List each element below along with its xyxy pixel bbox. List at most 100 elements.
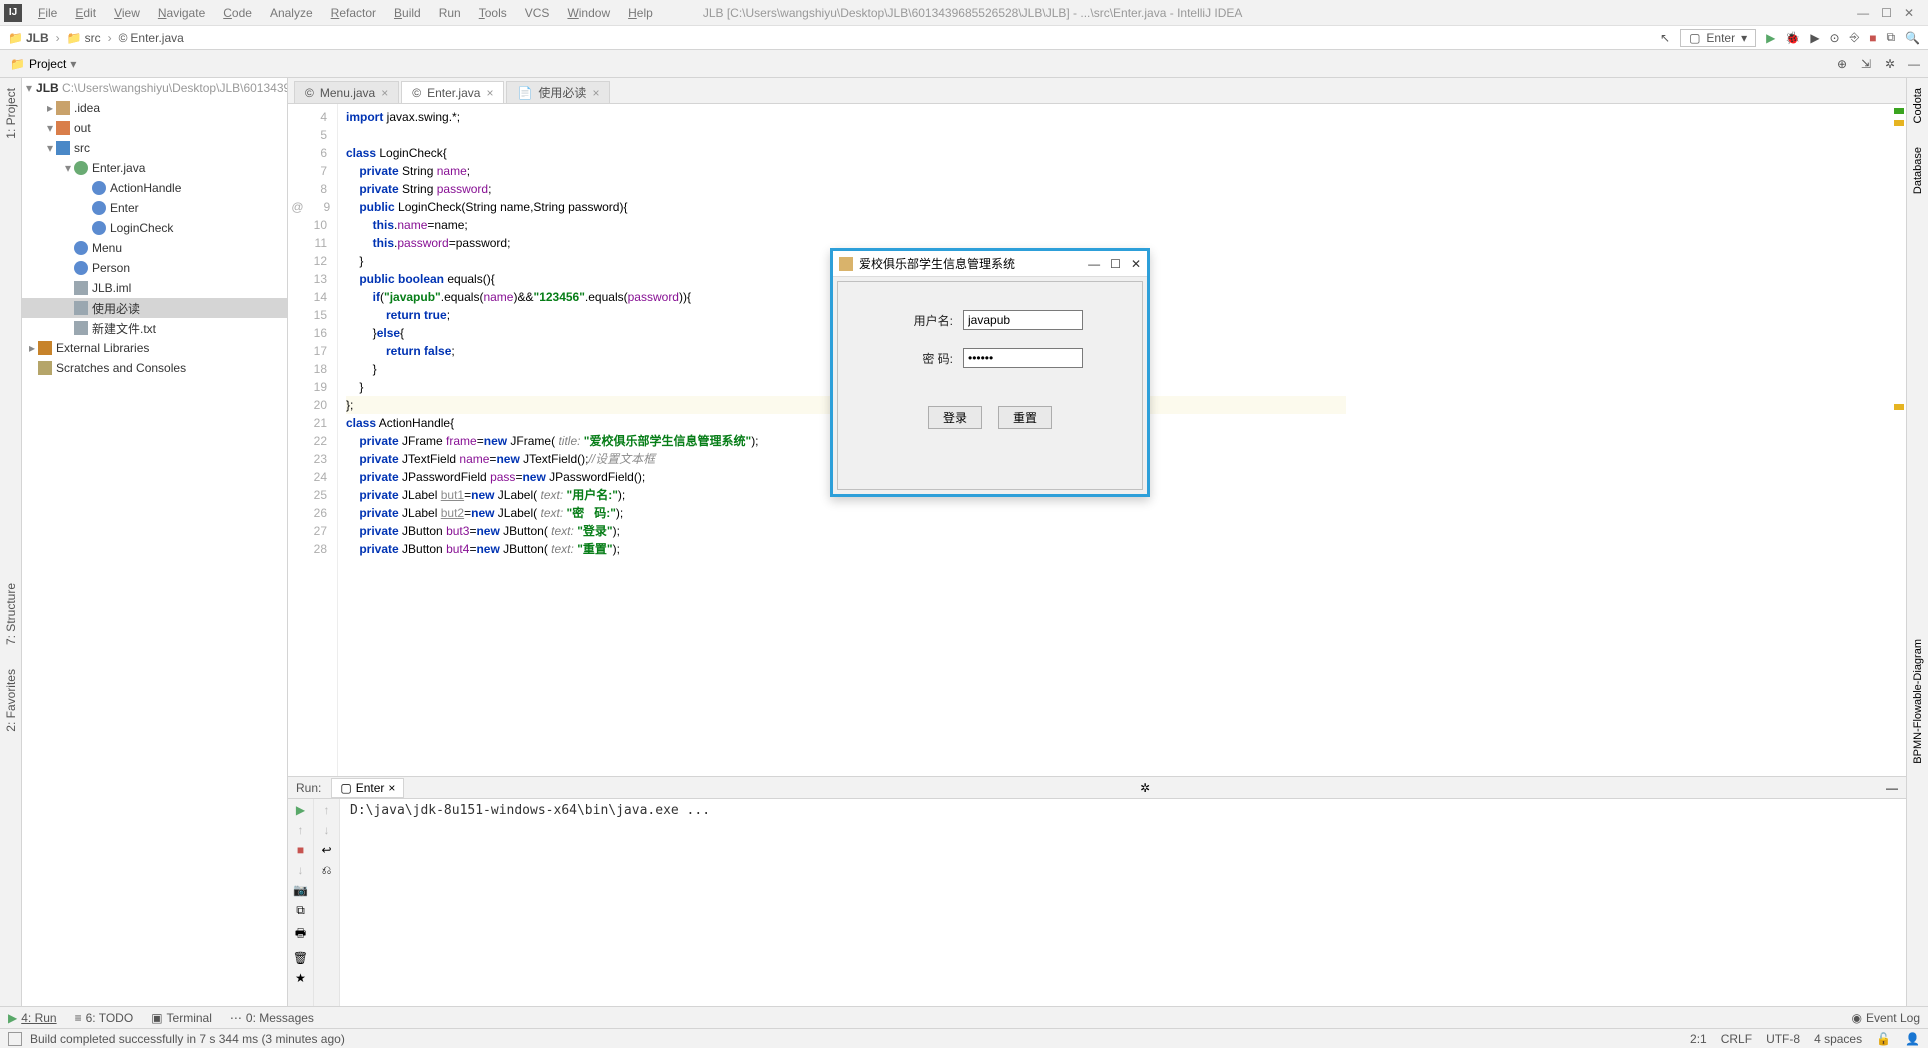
soft-wrap-icon[interactable]: ↩ bbox=[321, 843, 331, 857]
tree-enter[interactable]: Enter bbox=[22, 198, 287, 218]
tool-messages[interactable]: ⋯ 0: Messages bbox=[230, 1011, 314, 1025]
up-icon[interactable]: ↑ bbox=[298, 823, 304, 837]
tree-idea[interactable]: ▸.idea bbox=[22, 98, 287, 118]
expand-icon[interactable]: ⇲ bbox=[1858, 56, 1874, 72]
up-stack-icon[interactable]: ↑ bbox=[324, 803, 330, 817]
marker-bar[interactable] bbox=[1892, 104, 1906, 776]
close-icon[interactable]: × bbox=[381, 86, 388, 100]
target-icon[interactable]: ⊕ bbox=[1834, 56, 1850, 72]
menu-edit[interactable]: Edit bbox=[67, 4, 104, 22]
tree-iml[interactable]: JLB.iml bbox=[22, 278, 287, 298]
tool-structure[interactable]: 7: Structure bbox=[4, 577, 18, 651]
window-close-icon[interactable]: ✕ bbox=[1904, 6, 1914, 20]
crumb-file[interactable]: © Enter.java bbox=[119, 31, 184, 45]
search-everywhere-icon[interactable]: 🔍 bbox=[1905, 31, 1920, 45]
tree-readme[interactable]: 使用必读 bbox=[22, 298, 287, 318]
close-icon[interactable]: × bbox=[592, 86, 599, 100]
readonly-icon[interactable]: 🔓 bbox=[1876, 1032, 1891, 1046]
inspections-icon[interactable]: 👤 bbox=[1905, 1032, 1920, 1046]
dialog-titlebar[interactable]: 爱校俱乐部学生信息管理系统 — ☐ ✕ bbox=[833, 251, 1147, 277]
pin-icon[interactable]: ★ bbox=[295, 971, 306, 985]
dialog-maximize-icon[interactable]: ☐ bbox=[1110, 257, 1121, 271]
run-config-selector[interactable]: ▢ Enter ▾ bbox=[1680, 29, 1756, 47]
reset-button[interactable]: 重置 bbox=[998, 406, 1052, 429]
stop-icon[interactable]: ■ bbox=[297, 843, 304, 857]
crumb-root[interactable]: 📁 JLB bbox=[8, 31, 49, 45]
line-sep[interactable]: CRLF bbox=[1721, 1032, 1752, 1046]
tab-enter-java[interactable]: © Enter.java × bbox=[401, 81, 504, 103]
run-output[interactable]: D:\java\jdk-8u151-windows-x64\bin\java.e… bbox=[340, 799, 720, 1006]
indent[interactable]: 4 spaces bbox=[1814, 1032, 1862, 1046]
tool-database[interactable]: Database bbox=[1912, 141, 1924, 200]
tree-actionhandle[interactable]: ActionHandle bbox=[22, 178, 287, 198]
menu-refactor[interactable]: Refactor bbox=[323, 4, 384, 22]
window-minimize-icon[interactable]: — bbox=[1857, 6, 1869, 20]
menu-file[interactable]: File bbox=[30, 4, 65, 22]
tree-newfile[interactable]: 新建文件.txt bbox=[22, 318, 287, 338]
tree-menu[interactable]: Menu bbox=[22, 238, 287, 258]
tree-external[interactable]: ▸External Libraries bbox=[22, 338, 287, 358]
print-icon[interactable]: 🖶 bbox=[295, 924, 306, 945]
profile-icon[interactable]: ⊙ bbox=[1830, 31, 1840, 45]
username-input[interactable] bbox=[963, 310, 1083, 330]
project-view-label[interactable]: 📁 Project bbox=[0, 57, 86, 71]
tool-todo[interactable]: ≡ 6: TODO bbox=[75, 1011, 134, 1025]
menu-build[interactable]: Build bbox=[386, 4, 429, 22]
tool-eventlog[interactable]: ◉ Event Log bbox=[1851, 1011, 1920, 1025]
tree-person[interactable]: Person bbox=[22, 258, 287, 278]
status-box-icon[interactable] bbox=[8, 1032, 22, 1046]
menu-view[interactable]: View bbox=[106, 4, 148, 22]
tool-project[interactable]: 1: Project bbox=[4, 82, 18, 145]
layout-icon[interactable]: ⧉ bbox=[1886, 30, 1895, 45]
camera-icon[interactable]: 📷 bbox=[293, 883, 308, 897]
close-icon[interactable]: × bbox=[486, 86, 493, 100]
tree-src[interactable]: ▾src bbox=[22, 138, 287, 158]
menu-help[interactable]: Help bbox=[620, 4, 661, 22]
tab-readme[interactable]: 📄 使用必读 × bbox=[506, 81, 610, 103]
menu-window[interactable]: Window bbox=[559, 4, 618, 22]
hide-icon[interactable]: — bbox=[1886, 781, 1898, 795]
run-tab[interactable]: ▢ Enter × bbox=[331, 778, 404, 798]
dialog-minimize-icon[interactable]: — bbox=[1088, 257, 1100, 271]
login-button[interactable]: 登录 bbox=[928, 406, 982, 429]
layout-icon[interactable]: ⧉ bbox=[296, 903, 305, 918]
tool-run[interactable]: ▶ 4: Run bbox=[8, 1011, 57, 1025]
settings-icon[interactable]: ✲ bbox=[1882, 56, 1898, 72]
tool-codota[interactable]: Codota bbox=[1912, 82, 1924, 129]
tree-root[interactable]: ▾JLB C:\Users\wangshiyu\Desktop\JLB\6013… bbox=[22, 78, 287, 98]
down-icon[interactable]: ↓ bbox=[298, 863, 304, 877]
run-icon[interactable]: ▶ bbox=[1766, 31, 1775, 45]
menu-analyze[interactable]: Analyze bbox=[262, 4, 321, 22]
caret-position[interactable]: 2:1 bbox=[1690, 1032, 1707, 1046]
tree-logincheck[interactable]: LoginCheck bbox=[22, 218, 287, 238]
password-input[interactable] bbox=[963, 348, 1083, 368]
debug-icon[interactable]: 🐞 bbox=[1785, 31, 1800, 45]
back-icon[interactable]: ↖ bbox=[1660, 31, 1670, 45]
trash-icon[interactable]: 🗑 bbox=[293, 951, 308, 965]
stop-icon[interactable]: ■ bbox=[1869, 31, 1876, 45]
tree-out[interactable]: ▾out bbox=[22, 118, 287, 138]
down-stack-icon[interactable]: ↓ bbox=[324, 823, 330, 837]
hide-icon[interactable]: — bbox=[1906, 56, 1922, 72]
tree-scratches[interactable]: Scratches and Consoles bbox=[22, 358, 287, 378]
menu-tools[interactable]: Tools bbox=[471, 4, 515, 22]
menu-navigate[interactable]: Navigate bbox=[150, 4, 213, 22]
filter-icon[interactable]: ⎌ bbox=[322, 863, 332, 878]
menu-code[interactable]: Code bbox=[215, 4, 260, 22]
settings-icon[interactable]: ✲ bbox=[1140, 781, 1150, 795]
rerun-icon[interactable]: ▶ bbox=[296, 803, 305, 817]
encoding[interactable]: UTF-8 bbox=[1766, 1032, 1800, 1046]
dialog-close-icon[interactable]: ✕ bbox=[1131, 257, 1141, 271]
tool-bpmn[interactable]: BPMN-Flowable-Diagram bbox=[1912, 633, 1924, 770]
attach-icon[interactable]: ⎆ bbox=[1850, 30, 1860, 45]
menu-run[interactable]: Run bbox=[431, 4, 469, 22]
java-icon bbox=[839, 257, 853, 271]
tab-menu-java[interactable]: © Menu.java × bbox=[294, 81, 399, 103]
menu-vcs[interactable]: VCS bbox=[517, 4, 558, 22]
crumb-src[interactable]: 📁 src bbox=[67, 31, 101, 45]
tree-enter-java[interactable]: ▾Enter.java bbox=[22, 158, 287, 178]
tool-favorites[interactable]: 2: Favorites bbox=[4, 663, 18, 738]
window-maximize-icon[interactable]: ☐ bbox=[1881, 6, 1892, 20]
tool-terminal[interactable]: ▣ Terminal bbox=[151, 1011, 212, 1025]
coverage-icon[interactable]: ▶ bbox=[1810, 31, 1819, 45]
